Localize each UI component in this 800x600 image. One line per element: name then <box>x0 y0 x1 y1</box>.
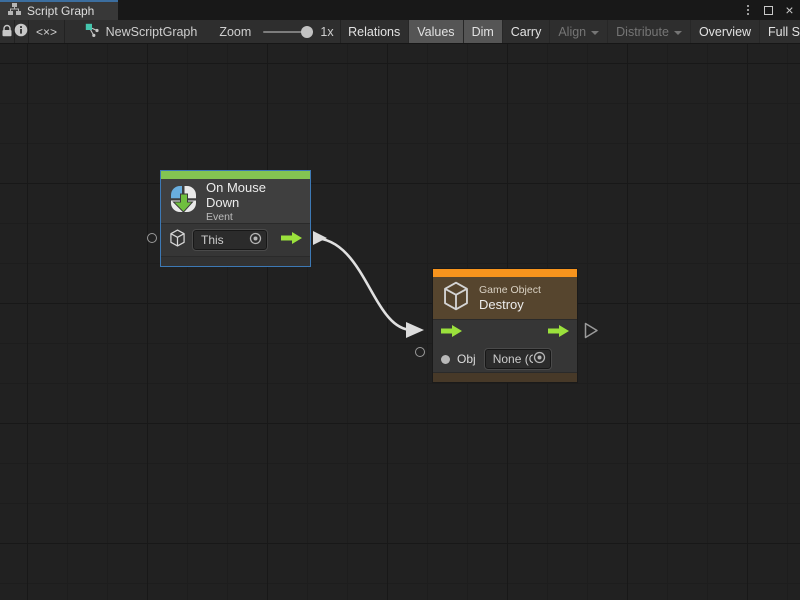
target-object-field[interactable]: This <box>193 230 267 250</box>
param-label: Obj <box>457 352 476 366</box>
target-object-value: This <box>201 233 224 247</box>
node-ports: This <box>161 223 310 256</box>
graph-name-label: NewScriptGraph <box>106 25 198 39</box>
window-controls: × <box>739 0 798 20</box>
zoom-value: 1x <box>320 20 333 43</box>
values-label: Values <box>417 25 454 39</box>
fullscreen-button[interactable]: Full S <box>759 20 800 43</box>
graph-breadcrumb[interactable]: NewScriptGraph <box>85 20 198 43</box>
object-picker-icon[interactable] <box>533 351 546 367</box>
info-button[interactable] <box>14 20 28 43</box>
node-title: Destroy <box>479 297 541 312</box>
destroy-object-input-port[interactable] <box>415 347 425 357</box>
lock-button[interactable] <box>0 20 14 43</box>
node-ports: Obj None (O <box>433 319 577 372</box>
object-picker-icon[interactable] <box>249 232 262 248</box>
align-label: Align <box>558 25 586 39</box>
node-footer <box>433 372 577 382</box>
relations-label: Relations <box>348 25 400 39</box>
flow-output-port[interactable] <box>281 231 302 249</box>
wire-end-arrow <box>406 322 424 338</box>
distribute-dropdown-button[interactable]: Distribute <box>607 20 690 43</box>
node-on-mouse-down[interactable]: On Mouse Down Event This <box>160 170 311 267</box>
event-target-input-port[interactable] <box>147 233 157 243</box>
maximize-icon <box>764 6 773 15</box>
destroy-accent-strip <box>433 269 577 277</box>
toolbar-separator <box>64 20 65 43</box>
tab-title: Script Graph <box>27 4 94 18</box>
node-header[interactable]: Game Object Destroy <box>433 277 577 319</box>
object-value: None (O <box>493 352 533 366</box>
object-value-field[interactable]: None (O <box>485 349 551 369</box>
align-dropdown-button[interactable]: Align <box>549 20 607 43</box>
object-value-port[interactable] <box>441 355 450 364</box>
node-title: On Mouse Down <box>206 180 301 210</box>
fullscreen-label: Full S <box>768 25 800 39</box>
overview-label: Overview <box>699 25 751 39</box>
vertical-dots-icon <box>747 5 749 15</box>
close-button[interactable]: × <box>781 1 798 19</box>
node-destroy[interactable]: Game Object Destroy Ob <box>432 268 578 383</box>
flow-input-port[interactable] <box>441 324 462 342</box>
game-object-cube-icon <box>169 229 186 252</box>
script-graph-asset-icon <box>85 23 100 41</box>
node-category: Game Object <box>479 284 541 296</box>
maximize-button[interactable] <box>760 1 777 19</box>
flow-output-port[interactable] <box>548 324 569 342</box>
node-subtitle: Event <box>206 211 301 223</box>
carry-button[interactable]: Carry <box>502 20 550 43</box>
mouse-down-icon <box>170 185 197 218</box>
graph-canvas[interactable]: On Mouse Down Event This <box>0 44 800 600</box>
lock-icon <box>1 24 13 40</box>
tab-script-graph[interactable]: Script Graph <box>0 0 118 20</box>
values-button[interactable]: Values <box>408 20 462 43</box>
dim-button[interactable]: Dim <box>463 20 502 43</box>
carry-label: Carry <box>511 25 542 39</box>
wire-start-arrow <box>313 231 327 245</box>
zoom-slider-thumb[interactable] <box>301 26 313 38</box>
graph-toolbar: <×> NewScriptGraph Zoom 1x Relations Val… <box>0 20 800 44</box>
zoom-label: Zoom <box>219 20 251 43</box>
destroy-flow-continue-port[interactable] <box>584 322 599 344</box>
game-object-cube-icon <box>442 281 470 316</box>
code-icon: <×> <box>36 25 57 39</box>
graph-hierarchy-icon <box>8 3 21 19</box>
connection-wire <box>0 44 800 600</box>
dim-label: Dim <box>472 25 494 39</box>
overview-button[interactable]: Overview <box>690 20 759 43</box>
code-view-toggle-button[interactable]: <×> <box>29 20 64 43</box>
chevron-down-icon <box>674 31 682 35</box>
info-icon <box>14 23 28 40</box>
node-header[interactable]: On Mouse Down Event <box>161 179 310 223</box>
node-footer <box>161 256 310 266</box>
window-titlebar: Script Graph × <box>0 0 800 20</box>
chevron-down-icon <box>591 31 599 35</box>
relations-button[interactable]: Relations <box>340 20 408 43</box>
event-accent-strip <box>161 171 310 179</box>
window-menu-button[interactable] <box>739 1 756 19</box>
zoom-slider[interactable] <box>263 20 313 43</box>
distribute-label: Distribute <box>616 25 669 39</box>
close-icon: × <box>785 3 793 17</box>
